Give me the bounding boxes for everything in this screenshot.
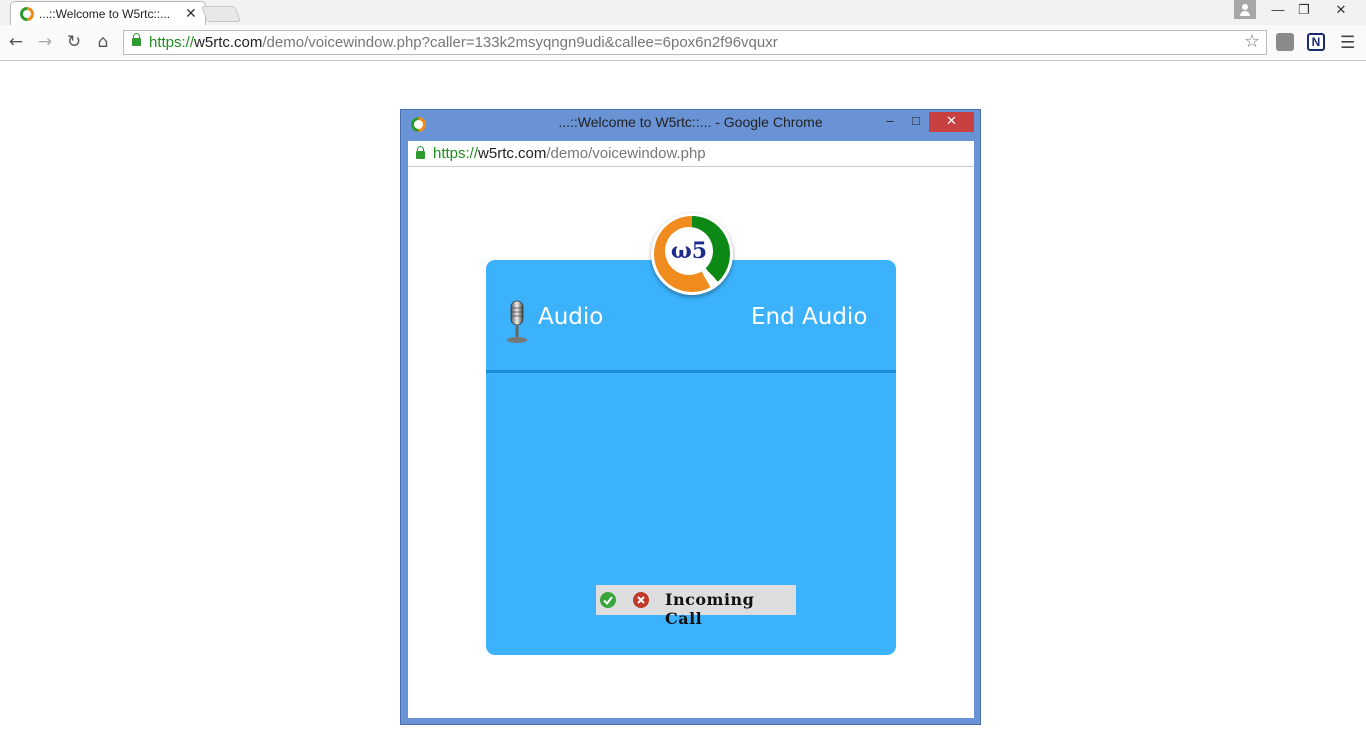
back-arrow-icon[interactable]: ← [6,32,26,52]
popup-close-button[interactable]: ✕ [929,112,974,132]
popup-maximize-button[interactable]: □ [907,112,925,132]
microphone-icon[interactable] [506,300,528,344]
call-status-label: Incoming Call [665,590,755,628]
voice-popup-window: ...::Welcome to W5rtc::... - Google Chro… [400,109,981,725]
tab-title: ...::Welcome to W5rtc::... [39,7,171,21]
window-minimize-button[interactable]: — [1265,0,1291,20]
tab-strip: ...::Welcome to W5rtc::... ✕ — ❐ ✕ [0,0,1366,25]
popup-address-bar: https://w5rtc.com/demo/voicewindow.php [408,141,974,167]
reject-call-icon[interactable] [633,592,649,608]
address-bar[interactable]: https://w5rtc.com/demo/voicewindow.php?c… [123,30,1267,55]
url-text[interactable]: https://w5rtc.com/demo/voicewindow.php?c… [149,34,778,51]
window-close-button[interactable]: ✕ [1328,0,1354,20]
extension-icon[interactable] [1276,33,1294,51]
popup-content: Audio End Audio Incoming Call ω5 [408,167,974,718]
voice-panel: Audio End Audio Incoming Call [486,260,896,655]
w5rtc-logo: ω5 [651,213,733,295]
home-icon[interactable]: ⌂ [93,32,113,52]
tab-close-button[interactable]: ✕ [185,5,197,22]
browser-toolbar: ← → ↻ ⌂ https://w5rtc.com/demo/voicewind… [0,25,1366,61]
browser-tab[interactable]: ...::Welcome to W5rtc::... ✕ [10,1,206,25]
profile-icon[interactable] [1234,0,1256,19]
w5rtc-favicon-icon [20,7,34,21]
window-restore-button[interactable]: ❐ [1291,0,1317,20]
incoming-call-bar: Incoming Call [596,585,796,628]
onenote-extension-icon[interactable]: N [1307,33,1325,51]
reload-icon[interactable]: ↻ [64,32,84,52]
forward-arrow-icon[interactable]: → [35,32,55,52]
panel-divider [486,370,896,373]
audio-button[interactable]: Audio [538,304,603,330]
menu-icon[interactable]: ☰ [1340,33,1355,53]
lock-icon [132,33,141,46]
popup-minimize-button[interactable]: – [881,112,899,132]
logo-text: ω5 [665,227,713,275]
bookmark-star-icon[interactable]: ☆ [1244,31,1260,52]
accept-call-icon[interactable] [600,592,616,608]
popup-url-text: https://w5rtc.com/demo/voicewindow.php [433,145,706,162]
lock-icon [416,146,425,159]
end-audio-button[interactable]: End Audio [751,304,867,330]
new-tab-button[interactable] [201,6,241,22]
